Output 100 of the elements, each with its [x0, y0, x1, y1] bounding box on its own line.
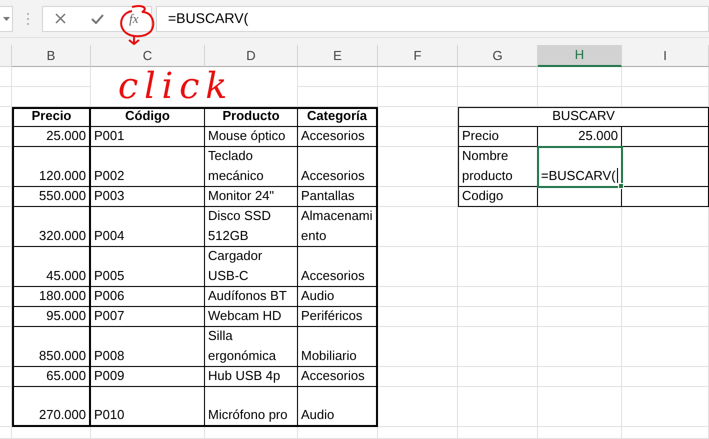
- checkmark-icon[interactable]: [91, 14, 104, 24]
- table-cell: P003: [91, 187, 205, 207]
- empty-cell[interactable]: [458, 307, 538, 327]
- empty-cell[interactable]: [622, 387, 709, 427]
- dropdown-arrow-icon: [3, 16, 10, 20]
- column-header-cell: Precio: [12, 107, 91, 127]
- handwritten-note: click: [118, 68, 234, 106]
- table-cell: Cargador USB-C: [205, 247, 298, 287]
- table-cell: Mobiliario: [298, 327, 378, 367]
- table-cell: 95.000: [12, 307, 91, 327]
- table-cell: Audio: [298, 287, 378, 307]
- empty-cell[interactable]: [622, 427, 709, 439]
- table-cell: Audio: [298, 387, 378, 427]
- column-letter-header[interactable]: I: [622, 45, 709, 67]
- column-letter-header[interactable]: E: [298, 45, 378, 67]
- lookup-label-cell: Precio: [458, 127, 538, 147]
- table-cell: Mouse óptico: [205, 127, 298, 147]
- empty-cell[interactable]: [458, 327, 538, 367]
- column-letter-header[interactable]: C: [91, 45, 205, 67]
- empty-cell[interactable]: [458, 387, 538, 427]
- empty-cell[interactable]: [458, 247, 538, 287]
- empty-cell[interactable]: [12, 67, 91, 87]
- table-cell: 120.000: [12, 147, 91, 187]
- empty-cell[interactable]: [0, 67, 12, 87]
- column-letter-header[interactable]: F: [378, 45, 458, 67]
- column-letter-header[interactable]: D: [205, 45, 298, 67]
- table-cell: Accesorios: [298, 247, 378, 287]
- empty-cell[interactable]: [458, 427, 538, 439]
- column-letter-header[interactable]: H: [538, 45, 622, 67]
- column-letter-header[interactable]: B: [12, 45, 91, 67]
- table-cell: 850.000: [12, 327, 91, 367]
- active-cell[interactable]: =BUSCARV(: [538, 147, 622, 187]
- empty-cell[interactable]: [298, 67, 378, 87]
- table-cell: P004: [91, 207, 205, 247]
- lookup-title-cell: BUSCARV: [458, 107, 709, 127]
- cancel-icon[interactable]: [55, 13, 66, 24]
- table-cell: Teclado mecánico: [205, 147, 298, 187]
- table-cell: Audífonos BT: [205, 287, 298, 307]
- table-cell: 65.000: [12, 367, 91, 387]
- header-corner: [0, 45, 12, 67]
- empty-cell[interactable]: [622, 367, 709, 387]
- empty-cell[interactable]: [538, 427, 622, 439]
- fill-handle[interactable]: [618, 183, 624, 189]
- table-cell: P006: [91, 287, 205, 307]
- empty-cell[interactable]: [622, 287, 709, 307]
- empty-cell[interactable]: [622, 67, 709, 87]
- table-cell: Hub USB 4p: [205, 367, 298, 387]
- table-cell: P008: [91, 327, 205, 367]
- table-cell: Micrófono pro: [205, 387, 298, 427]
- empty-cell[interactable]: [538, 307, 622, 327]
- table-cell: P002: [91, 147, 205, 187]
- empty-cell[interactable]: [378, 427, 458, 439]
- empty-cell[interactable]: [538, 287, 622, 307]
- insert-function-button[interactable]: fx: [129, 8, 139, 28]
- empty-cell[interactable]: [378, 67, 458, 87]
- table-cell: 320.000: [12, 207, 91, 247]
- table-cell: 270.000: [12, 387, 91, 427]
- lookup-label-cell: Codigo: [458, 187, 538, 207]
- table-cell: Webcam HD: [205, 307, 298, 327]
- table-cell: 180.000: [12, 287, 91, 307]
- table-cell: 550.000: [12, 187, 91, 207]
- table-cell: Disco SSD 512GB: [205, 207, 298, 247]
- empty-cell[interactable]: [0, 427, 12, 439]
- empty-cell[interactable]: [622, 327, 709, 367]
- name-box[interactable]: [0, 6, 13, 32]
- table-cell: P010: [91, 387, 205, 427]
- table-cell: Pantallas: [298, 187, 378, 207]
- table-cell: Accesorios: [298, 127, 378, 147]
- empty-cell[interactable]: [458, 367, 538, 387]
- table-cell: Monitor 24": [205, 187, 298, 207]
- table-cell: Silla ergonómica: [205, 327, 298, 367]
- table-cell: Accesorios: [298, 147, 378, 187]
- table-cell: P009: [91, 367, 205, 387]
- column-header-cell: Código: [91, 107, 205, 127]
- formula-input[interactable]: =BUSCARV(: [156, 6, 709, 32]
- text-cursor: [616, 168, 618, 183]
- empty-cell[interactable]: [622, 307, 709, 327]
- empty-cell[interactable]: [622, 247, 709, 287]
- table-cell: Almacenamiento: [298, 207, 378, 247]
- column-header-cell: Categoría: [298, 107, 378, 127]
- column-header-cell: Producto: [205, 107, 298, 127]
- table-cell: P007: [91, 307, 205, 327]
- empty-cell[interactable]: [538, 387, 622, 427]
- table-cell: P001: [91, 127, 205, 147]
- table-cell: 45.000: [12, 247, 91, 287]
- lookup-label-cell: Nombre producto: [458, 147, 538, 187]
- empty-cell[interactable]: [378, 87, 458, 107]
- empty-cell[interactable]: [538, 327, 622, 367]
- lookup-value-cell[interactable]: [538, 187, 622, 207]
- empty-cell[interactable]: [458, 287, 538, 307]
- empty-cell[interactable]: [538, 247, 622, 287]
- table-cell: 25.000: [12, 127, 91, 147]
- empty-cell[interactable]: [538, 67, 622, 87]
- lookup-value-cell[interactable]: 25.000: [538, 127, 622, 147]
- empty-cell[interactable]: [0, 87, 12, 107]
- table-cell: P005: [91, 247, 205, 287]
- empty-cell[interactable]: [458, 67, 538, 87]
- table-cell: Accesorios: [298, 367, 378, 387]
- empty-cell[interactable]: [538, 367, 622, 387]
- table-cell: Periféricos: [298, 307, 378, 327]
